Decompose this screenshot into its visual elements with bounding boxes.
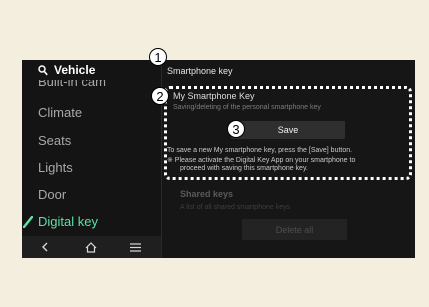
sidebar-item-label: Digital key (38, 214, 98, 229)
callout-1: 1 (149, 48, 167, 66)
sidebar-item-label: Climate (38, 105, 83, 120)
home-icon (85, 241, 97, 253)
search-icon (38, 65, 48, 76)
sidebar-item-digital-key[interactable]: Digital key (23, 214, 98, 229)
shared-keys-title: Shared keys (180, 189, 234, 199)
callout-2: 2 (151, 87, 169, 105)
sidebar-item-seats[interactable]: Seats (38, 133, 71, 148)
callout-3: 3 (227, 120, 245, 138)
sidebar-item-label: Door (38, 187, 67, 202)
sidebar-item-label: Seats (38, 133, 72, 148)
sidebar-header[interactable]: Vehicle (22, 60, 161, 82)
sidebar: Vehicle Built-in cam Climate Seats Light… (22, 60, 161, 258)
delete-all-button[interactable]: Delete all (242, 219, 347, 240)
back-button[interactable] (32, 236, 58, 258)
sidebar-title: Vehicle (54, 63, 96, 77)
menu-icon (129, 242, 141, 252)
home-button[interactable] (78, 236, 104, 258)
leaf-icon (23, 216, 33, 228)
page-title: Smartphone key (167, 66, 233, 76)
shared-keys-subtitle: A list of all shared smartphone keys (180, 204, 291, 211)
menu-button[interactable] (122, 236, 148, 258)
sidebar-item-door[interactable]: Door (38, 187, 66, 202)
highlight-frame (164, 86, 412, 180)
sidebar-item-lights[interactable]: Lights (38, 160, 73, 175)
back-icon (42, 242, 48, 252)
bottom-nav-bar (22, 236, 161, 258)
sidebar-item-label: Lights (38, 160, 73, 175)
sidebar-item-climate[interactable]: Climate (38, 105, 82, 120)
